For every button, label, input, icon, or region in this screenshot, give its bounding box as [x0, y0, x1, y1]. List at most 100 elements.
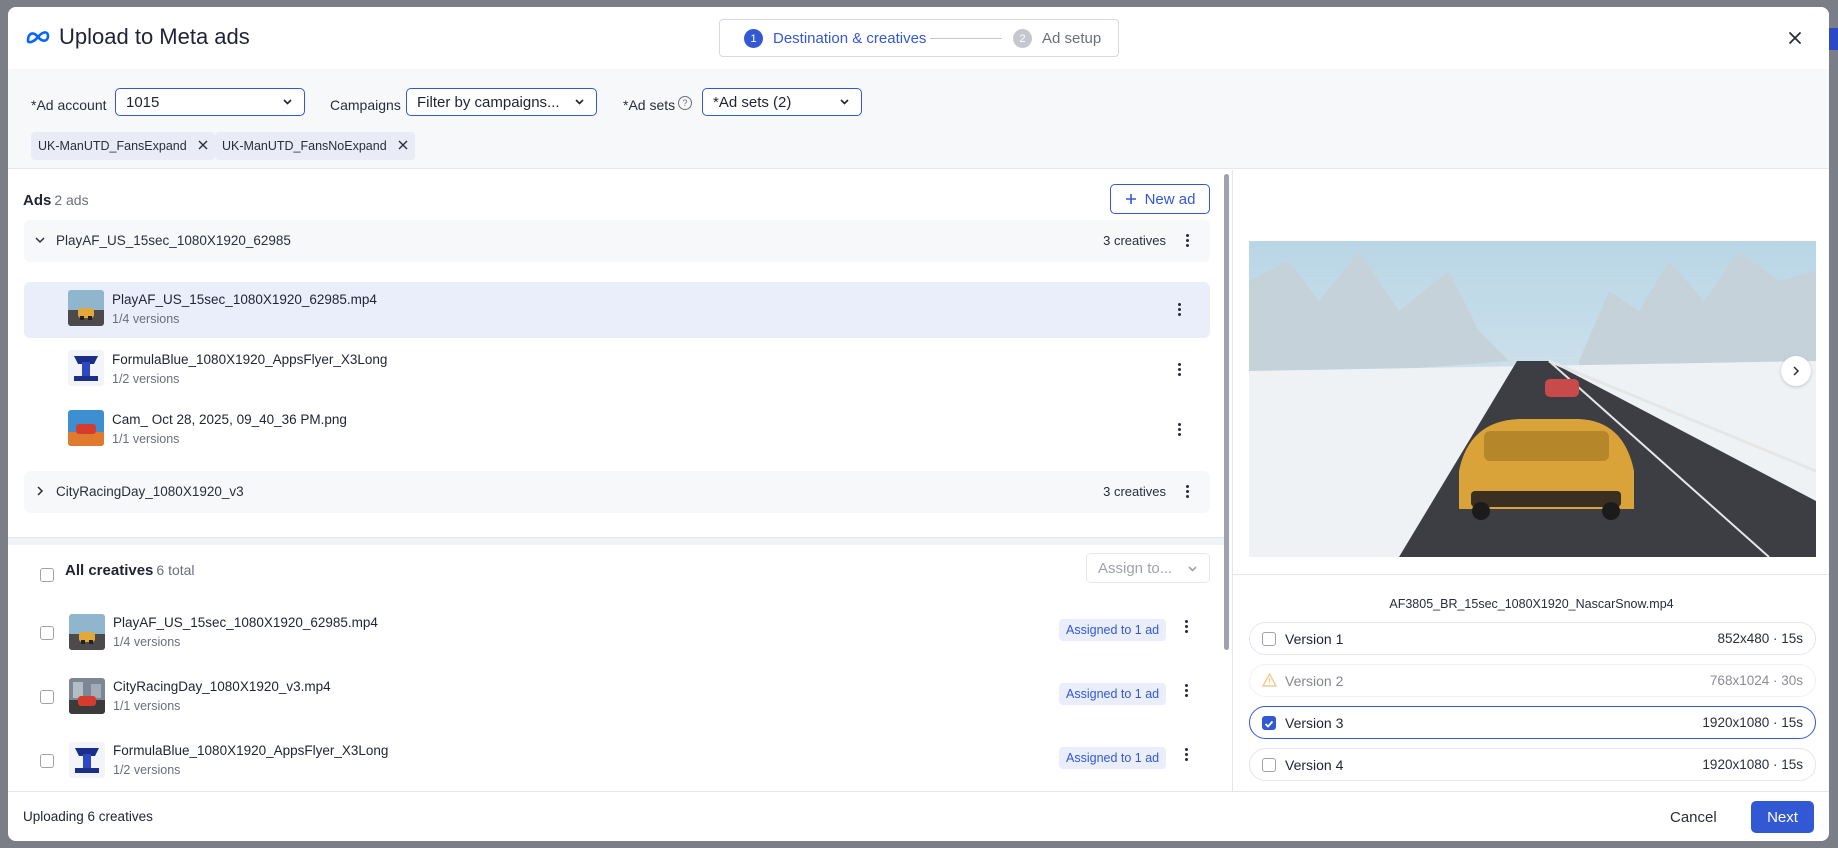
creative-versions: 1/2 versions	[113, 763, 181, 777]
step-number: 1	[744, 29, 763, 48]
modal-title: Upload to Meta ads	[59, 24, 250, 49]
all-creatives-title: All creatives	[65, 562, 154, 579]
more-options-icon[interactable]	[1185, 620, 1189, 634]
campaigns-value: Filter by campaigns...	[417, 94, 560, 111]
upload-status: Uploading 6 creatives	[23, 809, 153, 824]
close-icon[interactable]	[1785, 28, 1805, 48]
ad-group[interactable]: CityRacingDay_1080X1920_v3 3 creatives	[24, 471, 1210, 513]
version-checkbox[interactable]	[1262, 716, 1276, 730]
modal-header: Upload to Meta ads 1 Destination & creat…	[8, 7, 1829, 69]
ad-group-count: 3 creatives	[1103, 484, 1166, 499]
ad-account-label: *Ad account	[31, 97, 107, 113]
more-options-icon[interactable]	[1185, 684, 1189, 698]
ads-panel: Ads 2 ads New ad PlayAF_US_15sec_1080X192…	[8, 170, 1230, 791]
step-destination[interactable]: 1 Destination & creatives	[744, 29, 926, 48]
assigned-badge: Assigned to 1 ad	[1059, 747, 1167, 769]
meta-logo-icon	[26, 31, 50, 44]
ad-account-select[interactable]: 1015	[115, 88, 305, 116]
creative-thumbnail	[68, 410, 104, 446]
creative-title: CityRacingDay_1080X1920_v3.mp4	[113, 679, 331, 694]
more-options-icon[interactable]	[1185, 748, 1189, 762]
creative-row[interactable]: FormulaBlue_1080X1920_AppsFlyer_X3Long 1…	[24, 342, 1210, 398]
creative-versions: 1/4 versions	[112, 312, 180, 326]
version-meta: 1920x1080 · 15s	[1702, 757, 1803, 772]
version-option: Version 2 768x1024 · 30s	[1249, 664, 1816, 697]
creative-thumbnail	[68, 290, 104, 326]
more-options-icon[interactable]	[1186, 234, 1190, 248]
next-button[interactable]: Next	[1751, 801, 1814, 833]
ad-sets-select[interactable]: *Ad sets (2)	[702, 88, 862, 116]
version-meta: 768x1024 · 30s	[1709, 673, 1803, 688]
ad-group-count: 3 creatives	[1103, 233, 1166, 248]
assigned-badge: Assigned to 1 ad	[1059, 619, 1167, 641]
chevron-right-icon[interactable]	[35, 486, 45, 496]
campaigns-label: Campaigns	[330, 97, 401, 113]
step-connector	[930, 38, 1002, 39]
creative-versions: 1/4 versions	[113, 635, 181, 649]
step-label: Destination & creatives	[773, 30, 927, 47]
select-all-checkbox[interactable]	[40, 568, 54, 582]
ad-group-name: CityRacingDay_1080X1920_v3	[56, 484, 244, 499]
ad-sets-label: *Ad sets	[623, 97, 676, 113]
more-options-icon[interactable]	[1186, 485, 1190, 499]
chip-label: UK-ManUTD_FansExpand	[38, 139, 187, 153]
chevron-right-icon	[1793, 366, 1800, 376]
ad-account-value: 1015	[126, 94, 160, 111]
stepper: 1 Destination & creatives 2 Ad setup	[719, 19, 1119, 57]
all-creatives-count: 6 total	[156, 562, 195, 578]
version-name: Version 4	[1285, 757, 1344, 773]
version-option[interactable]: Version 3 1920x1080 · 15s	[1249, 706, 1816, 739]
creative-title: FormulaBlue_1080X1920_AppsFlyer_X3Long	[112, 352, 388, 367]
new-ad-button[interactable]: New ad	[1110, 184, 1210, 214]
preview-divider	[1233, 574, 1829, 575]
scrollbar[interactable]	[1224, 174, 1229, 650]
step-ad-setup[interactable]: 2 Ad setup	[1013, 29, 1101, 48]
more-options-icon[interactable]	[1178, 363, 1182, 377]
creative-versions: 1/1 versions	[112, 432, 180, 446]
step-number: 2	[1013, 29, 1032, 48]
row-checkbox[interactable]	[40, 626, 54, 640]
version-option[interactable]: Version 1 852x480 · 15s	[1249, 622, 1816, 655]
ads-count: 2 ads	[54, 192, 89, 208]
creative-title: PlayAF_US_15sec_1080X1920_62985.mp4	[112, 292, 377, 307]
cancel-button[interactable]: Cancel	[1670, 809, 1717, 826]
all-creatives-heading: All creatives 6 total	[65, 562, 195, 579]
version-name: Version 2	[1285, 673, 1344, 689]
version-option[interactable]: Version 4 1920x1080 · 15s	[1249, 748, 1816, 781]
version-name: Version 1	[1285, 631, 1344, 647]
creative-title: PlayAF_US_15sec_1080X1920_62985.mp4	[113, 615, 378, 630]
preview-image	[1249, 241, 1816, 557]
remove-chip-icon[interactable]	[198, 140, 208, 150]
creative-row[interactable]: Cam_ Oct 28, 2025, 09_40_36 PM.png 1/1 v…	[24, 402, 1210, 458]
more-options-icon[interactable]	[1178, 303, 1182, 317]
remove-chip-icon[interactable]	[398, 140, 408, 150]
creative-thumbnail	[68, 350, 104, 386]
help-icon[interactable]: ?	[678, 96, 692, 110]
filter-bar: *Ad account 1015 Campaigns Filter by cam…	[8, 69, 1829, 169]
creative-title: FormulaBlue_1080X1920_AppsFlyer_X3Long	[113, 743, 389, 758]
assign-to-dropdown[interactable]: Assign to...	[1086, 553, 1210, 583]
plus-icon	[1125, 194, 1136, 204]
ad-group[interactable]: PlayAF_US_15sec_1080X1920_62985 3 creati…	[24, 220, 1210, 262]
row-checkbox[interactable]	[40, 690, 54, 704]
step-label: Ad setup	[1042, 30, 1102, 47]
creative-thumbnail	[69, 742, 105, 778]
preview-filename: AF3805_BR_15sec_1080X1920_NascarSnow.mp4	[1389, 597, 1674, 611]
creative-thumbnail	[69, 678, 105, 714]
creative-versions: 1/2 versions	[112, 372, 180, 386]
ad-set-chip: UK-ManUTD_FansExpand	[31, 132, 215, 160]
version-checkbox[interactable]	[1262, 632, 1276, 646]
chevron-down-icon[interactable]	[35, 235, 45, 245]
next-creative-button[interactable]	[1781, 356, 1811, 386]
creative-row[interactable]: PlayAF_US_15sec_1080X1920_62985.mp4 1/4 …	[24, 282, 1210, 338]
preview-panel: AF3805_BR_15sec_1080X1920_NascarSnow.mp4…	[1232, 170, 1829, 791]
version-name: Version 3	[1285, 715, 1344, 731]
chevron-down-icon	[1188, 566, 1197, 572]
creative-title: Cam_ Oct 28, 2025, 09_40_36 PM.png	[112, 412, 347, 427]
campaigns-select[interactable]: Filter by campaigns...	[406, 88, 597, 116]
more-options-icon[interactable]	[1178, 423, 1182, 437]
version-meta: 852x480 · 15s	[1717, 631, 1803, 646]
version-checkbox[interactable]	[1262, 758, 1276, 772]
row-checkbox[interactable]	[40, 754, 54, 768]
ad-group-name: PlayAF_US_15sec_1080X1920_62985	[56, 233, 291, 248]
